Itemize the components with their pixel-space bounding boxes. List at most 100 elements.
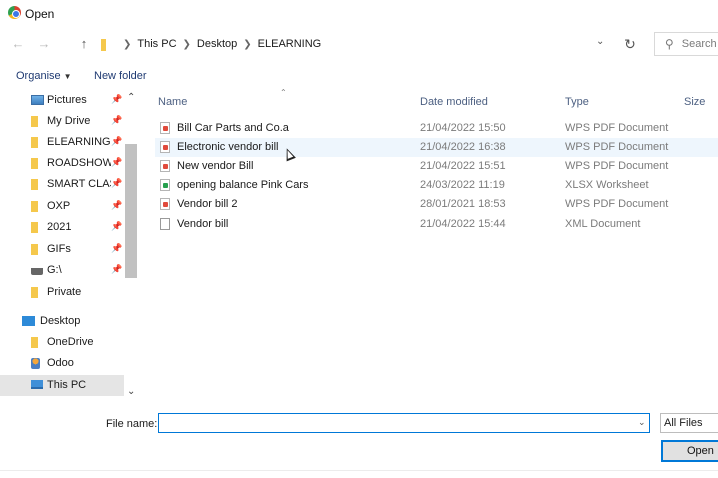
nav-item-odoo[interactable]: Odoo bbox=[0, 353, 124, 374]
search-placeholder: Search bbox=[681, 38, 717, 50]
up-arrow-icon[interactable]: ↑ bbox=[74, 34, 94, 54]
folder-icon bbox=[31, 244, 38, 255]
refresh-icon[interactable]: ↻ bbox=[619, 33, 641, 55]
nav-item-label: Private bbox=[47, 286, 82, 298]
chevron-down-icon[interactable]: ⌄ bbox=[127, 386, 135, 397]
search-icon: ⚲ bbox=[665, 37, 674, 51]
breadcrumb-desktop[interactable]: Desktop bbox=[197, 38, 237, 50]
folder-icon bbox=[31, 158, 38, 169]
search-input[interactable]: ⚲ Search bbox=[654, 32, 718, 56]
file-row[interactable]: Vendor bill 21/04/2022 15:44 XML Documen… bbox=[155, 215, 718, 234]
dialog-footer bbox=[0, 398, 718, 478]
file-name: Vendor bill bbox=[177, 218, 229, 230]
pin-icon: 📌 bbox=[111, 243, 123, 253]
nav-item-g-drive[interactable]: G:\ 📌 bbox=[0, 260, 124, 281]
pin-icon: 📌 bbox=[111, 157, 123, 167]
xlsx-file-icon bbox=[160, 179, 170, 191]
nav-item-label: OXP bbox=[47, 200, 71, 212]
nav-item-label: G:\ bbox=[47, 264, 62, 276]
file-type-select[interactable]: All Files bbox=[660, 413, 718, 433]
organise-menu[interactable]: Organise ▼ bbox=[16, 70, 72, 82]
file-date: 21/04/2022 15:50 bbox=[420, 122, 506, 134]
file-date: 28/01/2021 18:53 bbox=[420, 198, 506, 210]
nav-item-label: ROADSHOW bbox=[47, 157, 111, 169]
file-row[interactable]: Bill Car Parts and Co.a 21/04/2022 15:50… bbox=[155, 119, 718, 138]
pin-icon: 📌 bbox=[111, 178, 123, 188]
chevron-right-icon[interactable]: ❯ bbox=[243, 39, 251, 50]
nav-item-roadshow[interactable]: ROADSHOW 📌 bbox=[0, 153, 124, 174]
file-date: 21/04/2022 15:51 bbox=[420, 160, 506, 172]
nav-item-label: GIFs bbox=[47, 243, 71, 255]
pc-icon bbox=[31, 380, 43, 389]
xml-file-icon bbox=[160, 218, 170, 230]
nav-item-smart-class[interactable]: SMART CLASS 📌 bbox=[0, 174, 124, 195]
drive-icon bbox=[31, 268, 43, 275]
nav-item-oxp[interactable]: OXP 📌 bbox=[0, 196, 124, 217]
nav-item-label: Desktop bbox=[40, 315, 81, 327]
column-header-type[interactable]: Type bbox=[565, 96, 589, 108]
address-bar[interactable]: ❯ This PC ❯ Desktop ❯ ELEARNING bbox=[96, 33, 616, 55]
nav-item-label: SMART CLASS bbox=[47, 178, 111, 190]
back-arrow-icon[interactable]: ← bbox=[8, 34, 28, 54]
nav-item-elearning[interactable]: ELEARNING 📌 bbox=[0, 132, 124, 153]
nav-item-my-drive[interactable]: My Drive 📌 bbox=[0, 111, 124, 132]
file-date: 21/04/2022 16:38 bbox=[420, 141, 506, 153]
scrollbar-thumb[interactable] bbox=[125, 144, 137, 278]
column-header-name[interactable]: Name bbox=[158, 96, 187, 108]
nav-item-this-pc[interactable]: This PC bbox=[0, 375, 124, 396]
nav-item-label: 2021 bbox=[47, 221, 72, 233]
file-name-label: File name: bbox=[106, 418, 158, 430]
user-folder-icon bbox=[31, 358, 40, 369]
file-type: WPS PDF Document bbox=[565, 141, 669, 153]
nav-item-label: My Drive bbox=[47, 115, 91, 127]
new-folder-button[interactable]: New folder bbox=[94, 70, 147, 82]
open-button[interactable]: Open bbox=[661, 440, 718, 462]
pin-icon: 📌 bbox=[111, 115, 123, 125]
nav-item-onedrive[interactable]: OneDrive bbox=[0, 332, 124, 353]
nav-item-desktop[interactable]: Desktop bbox=[0, 311, 124, 332]
pin-icon: 📌 bbox=[111, 200, 123, 210]
nav-item-label: Pictures bbox=[47, 94, 87, 106]
folder-icon bbox=[31, 179, 38, 190]
folder-icon bbox=[31, 287, 38, 298]
chevron-up-icon[interactable]: ⌃ bbox=[127, 92, 135, 103]
pictures-icon bbox=[31, 95, 44, 105]
title-bar: Open bbox=[0, 0, 718, 27]
folder-icon bbox=[31, 222, 38, 233]
chrome-icon bbox=[8, 6, 21, 19]
file-name: opening balance Pink Cars bbox=[177, 179, 309, 191]
breadcrumb-this-pc[interactable]: This PC bbox=[137, 38, 176, 50]
chevron-down-icon[interactable]: ⌄ bbox=[638, 417, 646, 428]
file-row[interactable]: opening balance Pink Cars 24/03/2022 11:… bbox=[155, 176, 718, 195]
nav-item-label: This PC bbox=[47, 379, 87, 391]
file-name: Vendor bill 2 bbox=[177, 198, 238, 210]
file-row[interactable]: Vendor bill 2 28/01/2021 18:53 WPS PDF D… bbox=[155, 195, 718, 214]
file-name: Bill Car Parts and Co.a bbox=[177, 122, 289, 134]
pin-icon: 📌 bbox=[111, 136, 123, 146]
breadcrumb: ❯ This PC ❯ Desktop ❯ ELEARNING bbox=[117, 38, 321, 50]
pdf-file-icon bbox=[160, 160, 170, 172]
nav-item-gifs[interactable]: GIFs 📌 bbox=[0, 239, 124, 260]
caret-down-icon: ▼ bbox=[63, 72, 72, 81]
file-type: WPS PDF Document bbox=[565, 160, 669, 172]
file-type: WPS PDF Document bbox=[565, 122, 669, 134]
column-header-date-modified[interactable]: Date modified bbox=[420, 96, 488, 108]
folder-icon bbox=[31, 201, 38, 212]
sort-ascending-icon: ⌃ bbox=[280, 88, 287, 97]
nav-item-label: Odoo bbox=[47, 357, 74, 369]
chevron-right-icon[interactable]: ❯ bbox=[183, 39, 191, 50]
chevron-right-icon[interactable]: ❯ bbox=[123, 39, 131, 50]
nav-item-pictures[interactable]: Pictures 📌 bbox=[0, 90, 124, 111]
file-row[interactable]: Electronic vendor bill 21/04/2022 16:38 … bbox=[155, 138, 718, 157]
nav-item-2021[interactable]: 2021 📌 bbox=[0, 217, 124, 238]
address-dropdown-icon[interactable]: ⌄ bbox=[596, 36, 604, 47]
nav-item-private[interactable]: Private bbox=[0, 282, 124, 303]
breadcrumb-elearning[interactable]: ELEARNING bbox=[258, 38, 322, 50]
navigation-pane: Pictures 📌 My Drive 📌 ELEARNING 📌 ROADSH… bbox=[0, 90, 140, 398]
forward-arrow-icon[interactable]: → bbox=[34, 34, 54, 54]
column-header-size[interactable]: Size bbox=[684, 96, 705, 108]
file-date: 21/04/2022 15:44 bbox=[420, 218, 506, 230]
file-date: 24/03/2022 11:19 bbox=[420, 179, 505, 191]
file-name-input[interactable] bbox=[158, 413, 650, 433]
file-row[interactable]: New vendor Bill 21/04/2022 15:51 WPS PDF… bbox=[155, 157, 718, 176]
